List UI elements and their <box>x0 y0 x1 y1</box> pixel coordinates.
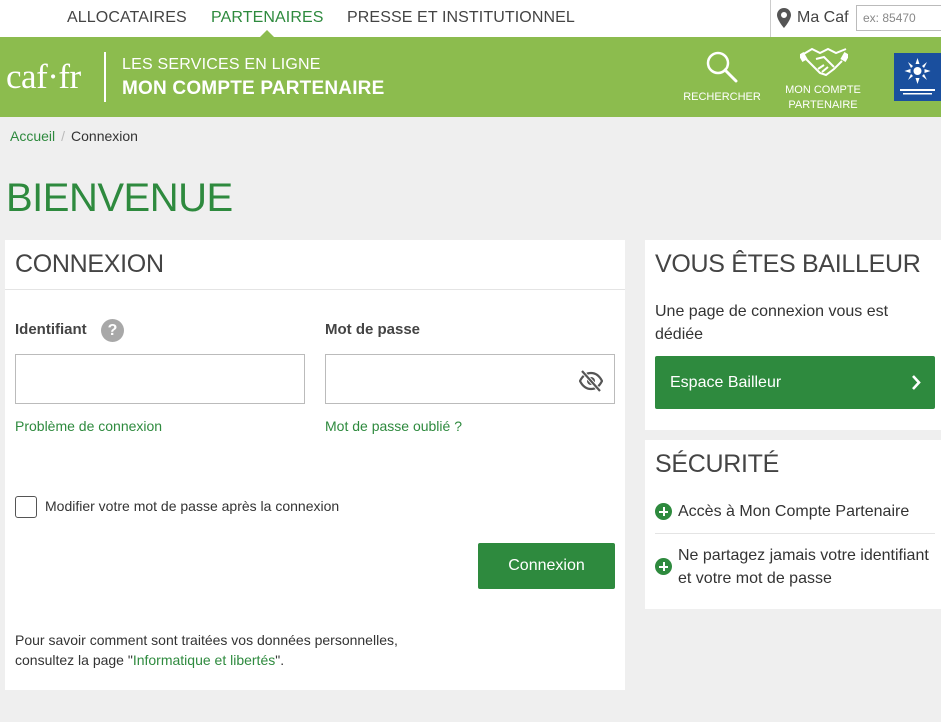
breadcrumb-current: Connexion <box>71 128 138 144</box>
handshake-icon <box>800 47 848 77</box>
page-title: BIENVENUE <box>6 176 233 220</box>
top-navigation: ALLOCATAIRES PARTENAIRES PRESSE ET INSTI… <box>0 0 941 38</box>
informatique-libertes-link[interactable]: Informatique et libertés <box>133 652 275 668</box>
change-password-label[interactable]: Modifier votre mot de passe après la con… <box>45 498 339 514</box>
logo-separator <box>104 52 106 102</box>
plus-circle-icon <box>655 503 672 520</box>
caf-fr-logo[interactable]: caf·fr <box>6 57 81 97</box>
problem-connexion-link[interactable]: Problème de connexion <box>15 418 162 434</box>
chevron-right-icon <box>912 375 921 390</box>
breadcrumb: Accueil / Connexion <box>10 128 138 144</box>
identifiant-input[interactable] <box>15 354 305 404</box>
eye-slash-icon[interactable] <box>578 369 604 397</box>
securite-title: SÉCURITÉ <box>655 450 780 478</box>
location-pin-icon <box>777 8 791 33</box>
bailleur-title: VOUS ÊTES BAILLEUR <box>655 250 921 278</box>
securite-item-text: Accès à Mon Compte Partenaire <box>678 503 910 520</box>
privacy-text-prefix: consultez la page " <box>15 652 133 668</box>
privacy-text-suffix: ". <box>275 652 285 668</box>
login-panel: CONNEXION Identifiant ? Mot de passe Pro… <box>5 240 625 690</box>
connexion-button[interactable]: Connexion <box>478 543 615 589</box>
identifiant-label: Identifiant <box>15 321 87 338</box>
privacy-notice: Pour savoir comment sont traitées vos do… <box>15 630 398 670</box>
privacy-text-line1: Pour savoir comment sont traitées vos do… <box>15 632 398 648</box>
plus-circle-icon <box>655 558 672 575</box>
tab-partenaires[interactable]: PARTENAIRES <box>211 0 324 38</box>
tab-presse-institutionnel[interactable]: PRESSE ET INSTITUTIONNEL <box>347 0 575 37</box>
securite-item-text: Ne partagez jamais votre identifiant et … <box>678 547 929 587</box>
login-title: CONNEXION <box>15 250 164 278</box>
ma-caf-label: Ma Caf <box>797 9 849 26</box>
espace-bailleur-label: Espace Bailleur <box>670 374 782 391</box>
search-icon <box>706 51 738 83</box>
securite-panel: SÉCURITÉ Accès à Mon Compte Partenaire N… <box>645 440 941 609</box>
site-header: caf·fr LES SERVICES EN LIGNE MON COMPTE … <box>0 37 941 117</box>
search-label: RECHERCHER <box>683 91 761 103</box>
login-divider <box>5 289 625 290</box>
help-icon[interactable]: ? <box>101 319 124 342</box>
securite-divider <box>655 533 935 534</box>
account-label-line2: PARTENAIRE <box>788 99 858 111</box>
search-button[interactable]: RECHERCHER <box>680 37 764 117</box>
bailleur-panel: VOUS ÊTES BAILLEUR Une page de connexion… <box>645 240 941 430</box>
bailleur-description: Une page de connexion vous est dédiée <box>655 303 889 343</box>
breadcrumb-home[interactable]: Accueil <box>10 128 55 144</box>
account-label-line1: MON COMPTE <box>785 84 861 96</box>
header-subtitle: LES SERVICES EN LIGNE <box>122 56 321 73</box>
postcode-input[interactable] <box>856 5 941 31</box>
breadcrumb-separator: / <box>61 128 66 144</box>
espace-bailleur-button[interactable]: Espace Bailleur <box>655 356 935 409</box>
allocations-familiales-logo[interactable] <box>894 53 941 101</box>
change-password-checkbox[interactable] <box>15 496 37 518</box>
forgot-password-link[interactable]: Mot de passe oublié ? <box>325 418 462 434</box>
password-label: Mot de passe <box>325 321 421 338</box>
tab-allocataires[interactable]: ALLOCATAIRES <box>67 0 187 37</box>
header-title: MON COMPTE PARTENAIRE <box>122 78 385 99</box>
account-button[interactable]: MON COMPTE PARTENAIRE <box>780 37 866 117</box>
password-input[interactable] <box>325 354 615 404</box>
